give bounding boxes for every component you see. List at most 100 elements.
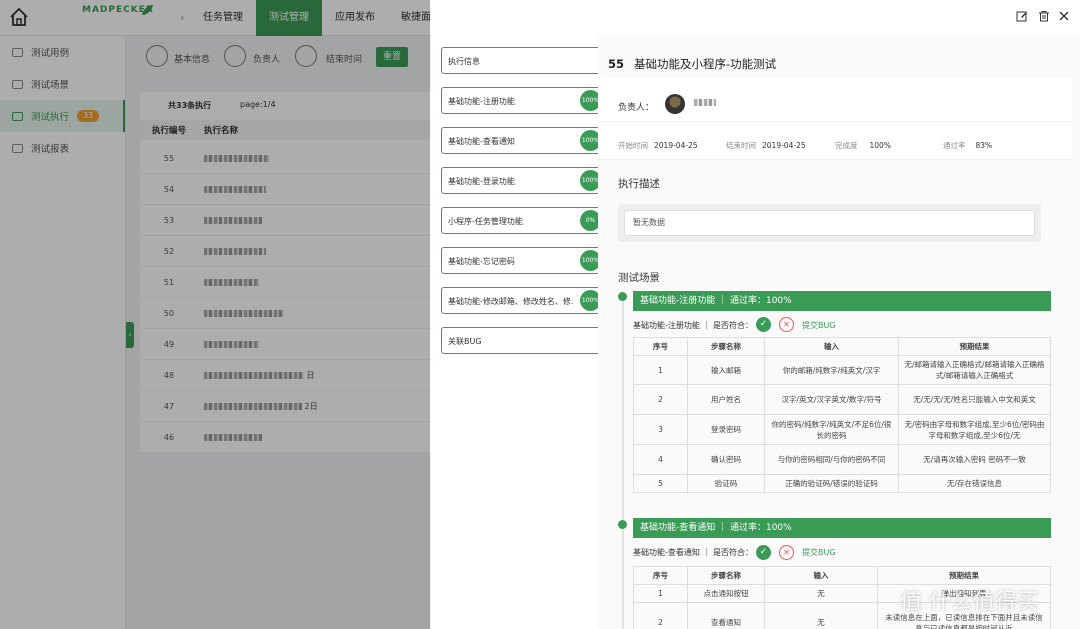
cell: 5 [633,474,688,493]
cell: 2 [633,384,688,415]
left-nav-scene[interactable]: 基础功能-注册功能 100% [441,87,601,114]
cell: 输入邮箱 [687,355,765,385]
col-header: 序号 [633,566,688,585]
complete-label: 完成度 [835,141,858,150]
watermark-text: 值 什么值得买 [900,590,1039,615]
cell: 验证码 [687,474,765,493]
cell: 汉字/英文/汉字英文/数字/符号 [764,384,899,415]
cell: 无/无/无/无/姓名只能输入中文和英文 [898,384,1051,415]
submit-bug-link[interactable]: 提交BUG [802,320,836,331]
col-header: 输入 [764,566,878,585]
nav-label: 基础功能-忘记密码 [448,257,515,266]
cell: 无 [764,602,878,629]
table-header: 序号 步骤名称 输入 预期结果 [633,566,1051,585]
timeline-dot [618,292,627,301]
cell: 与你的密码相同/与你的密码不同 [764,444,899,475]
delete-icon[interactable] [1038,10,1050,22]
close-circle-icon[interactable]: ✕ [779,545,794,560]
table-header: 序号 步骤名称 输入 预期结果 [633,337,1051,356]
nav-label: 基础功能-修改邮箱、修改姓名、修... [448,297,573,306]
execution-detail-drawer: 执行信息 基础功能-注册功能 100% 基础功能-查看通知 100% 基础功能-登录… [431,0,1080,629]
nav-label: 基础功能-注册功能 [448,97,515,106]
pass-label: 通过率 [943,141,966,150]
end-label: 结束时间 [726,141,756,150]
nav-label: 基础功能-查看通知 [448,137,515,146]
pass-value: 83% [975,141,993,150]
cell: 你的密码/纯数字/纯英文/不足6位/很长的密码 [764,414,899,445]
cell: 点击通知按钮 [687,584,765,603]
col-header: 序号 [633,337,688,356]
edit-icon[interactable] [1016,10,1028,22]
scene-header: 基础功能-查看通知 ｜ 通过率：100% [633,518,1051,538]
nav-label: 执行信息 [448,57,480,66]
nav-label: 基础功能-登录功能 [448,177,515,186]
avatar [665,94,685,114]
cell: 无/存在错误信息 [898,474,1051,493]
cell: 4 [633,444,688,475]
completion: 完成度 100% [835,140,891,151]
col-header: 步骤名称 [687,566,765,585]
left-nav-scene[interactable]: 基础功能-修改邮箱、修改姓名、修... 100% [441,287,601,314]
left-nav-scene[interactable]: 基础功能-忘记密码 100% [441,247,601,274]
owner-card: 负责人： [598,78,1072,122]
exec-id: 55 [608,57,625,71]
col-header: 步骤名称 [687,337,765,356]
cell: 1 [633,355,688,385]
cell: 无/邮箱请输入正确格式/邮箱请输入正确格式/邮箱请输入正确格式 [898,355,1051,385]
cell: 正确的验证码/错误的验证码 [764,474,899,493]
owner-label: 负责人： [618,103,655,113]
left-nav-scene[interactable]: 基础功能-查看通知 100% [441,127,601,154]
col-header: 预期结果 [877,566,1051,585]
scene-subtitle: 基础功能-注册功能 ｜ 是否符合： [633,321,753,330]
table-row: 4 确认密码 与你的密码相同/与你的密码不同 无/请再次输入密码 密码不一致 [633,444,1051,475]
cell: 登录密码 [687,414,765,445]
exec-title: 基础功能及小程序-功能测试 [634,57,777,71]
cell: 你的邮箱/纯数字/纯英文/汉字 [764,355,899,385]
timeline-line [622,294,624,629]
scene-subtitle: 基础功能-查看通知 ｜ 是否符合： [633,548,753,557]
start-label: 开始时间 [618,141,648,150]
cell: 2 [633,602,688,629]
col-header: 预期结果 [898,337,1051,356]
start-value: 2019-04-25 [654,141,698,150]
cell: 无/密码由字母和数字组成,至少6位/密码由字母和数字组成,至少6位/无 [898,414,1051,445]
close-icon[interactable] [1058,10,1070,22]
owner-name-redacted [694,98,716,108]
submit-bug-link[interactable]: 提交BUG [802,547,836,558]
cell: 查看通知 [687,602,765,629]
nav-label: 小程序-任务管理功能 [448,217,523,226]
cell: 确认密码 [687,444,765,475]
cell: 无 [764,584,878,603]
modal-overlay[interactable] [0,0,430,629]
left-nav-scene[interactable]: 基础功能-登录功能 100% [441,167,601,194]
table-row: 5 验证码 正确的验证码/错误的验证码 无/存在错误信息 [633,474,1051,493]
desc-value: 暂无数据 [624,210,1035,236]
table-row: 3 登录密码 你的密码/纯数字/纯英文/不足6位/很长的密码 无/密码由字母和数字组成… [633,414,1051,445]
pass-rate: 通过率 83% [943,140,992,151]
start-time: 开始时间 2019-04-25 [618,140,698,151]
app-root: MADPECKER › 任务管理 测试管理 应用发布 敏捷面板 测试用例 测试场… [0,0,1080,629]
left-nav-exec-info[interactable]: 执行信息 [441,47,601,74]
left-nav-scene[interactable]: 小程序-任务管理功能 0% [441,207,601,234]
left-nav-related-bugs[interactable]: 关联BUG [441,327,601,354]
page-title: 55 基础功能及小程序-功能测试 [608,56,776,72]
cell: 3 [633,414,688,445]
meta-card: 开始时间 2019-04-25 结束时间 2019-04-25 完成度 100% 通过… [598,122,1072,160]
drawer-left-nav: 执行信息 基础功能-注册功能 100% 基础功能-查看通知 100% 基础功能-登录… [431,36,601,629]
complete-value: 100% [869,141,891,150]
drawer-header [431,0,1080,32]
scenes-title: 测试场景 [618,272,660,284]
desc-title: 执行描述 [618,178,660,190]
table-row: 1 输入邮箱 你的邮箱/纯数字/纯英文/汉字 无/邮箱请输入正确格式/邮箱请输入正确格… [633,355,1051,385]
end-time: 结束时间 2019-04-25 [726,140,806,151]
nav-label: 关联BUG [448,337,482,346]
cell: 1 [633,584,688,603]
check-icon[interactable]: ✓ [756,317,771,332]
check-icon[interactable]: ✓ [756,545,771,560]
cell: 用户姓名 [687,384,765,415]
close-circle-icon[interactable]: ✕ [779,317,794,332]
cell: 无/请再次输入密码 密码不一致 [898,444,1051,475]
steps-table: 序号 步骤名称 输入 预期结果 1 输入邮箱 你的邮箱/纯数字/纯英文/汉字 无/邮箱… [633,337,1051,493]
desc-box: 暂无数据 [618,204,1041,242]
drawer-main: 55 基础功能及小程序-功能测试 负责人： 开始时间 2019-04-25 结束时间… [598,36,1080,629]
